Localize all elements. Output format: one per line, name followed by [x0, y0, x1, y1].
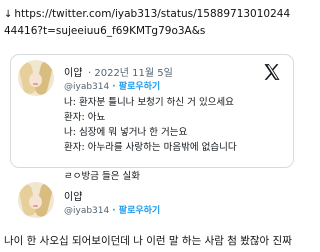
tweet-author-handle: @iyab314 · 팔로우하기 — [64, 203, 160, 216]
tweet-author-name[interactable]: 이얍 — [64, 188, 82, 203]
tweet-text-line: 나: 환자분 틀니나 보청기 하신 거 있으세요 — [64, 97, 234, 108]
tweet-text-line: 환자: 아누라를 사랑하는 마음밖에 없습니다 — [64, 142, 237, 153]
tweet-author-handle: @iyab314 · 팔로우하기 — [64, 79, 160, 92]
follow-link[interactable]: · 팔로우하기 — [112, 82, 160, 92]
tweet-text-line: 나: 심장에 뭐 넣거나 한 거는요 — [64, 127, 188, 138]
avatar[interactable] — [18, 60, 54, 96]
tweet-date[interactable]: · 2022년 11월 5일 — [88, 64, 173, 79]
tweet-text-line: 환자: 아뇨 — [64, 112, 106, 123]
x-logo-icon[interactable] — [262, 62, 282, 82]
handle-text[interactable]: @iyab314 — [64, 206, 109, 216]
handle-text[interactable]: @iyab314 — [64, 82, 109, 92]
tweet-author-name[interactable]: 이얍 — [64, 64, 82, 79]
follow-link[interactable]: · 팔로우하기 — [112, 206, 160, 216]
avatar[interactable] — [18, 182, 54, 218]
tweet-text-line: ㄹㅇ방금 들은 실화 — [64, 171, 140, 182]
download-arrow-icon: ↓ — [4, 9, 13, 20]
tweet-text: 나이 한 사오십 되어보이던데 나 이런 말 하는 사람 첨 봤잖아 진짜 — [4, 235, 292, 247]
tweet-url[interactable]: https://twitter.com/iyab313/status/15889… — [4, 8, 290, 37]
tweet-link-text[interactable]: ↓ https://twitter.com/iyab313/status/1588… — [4, 6, 296, 40]
